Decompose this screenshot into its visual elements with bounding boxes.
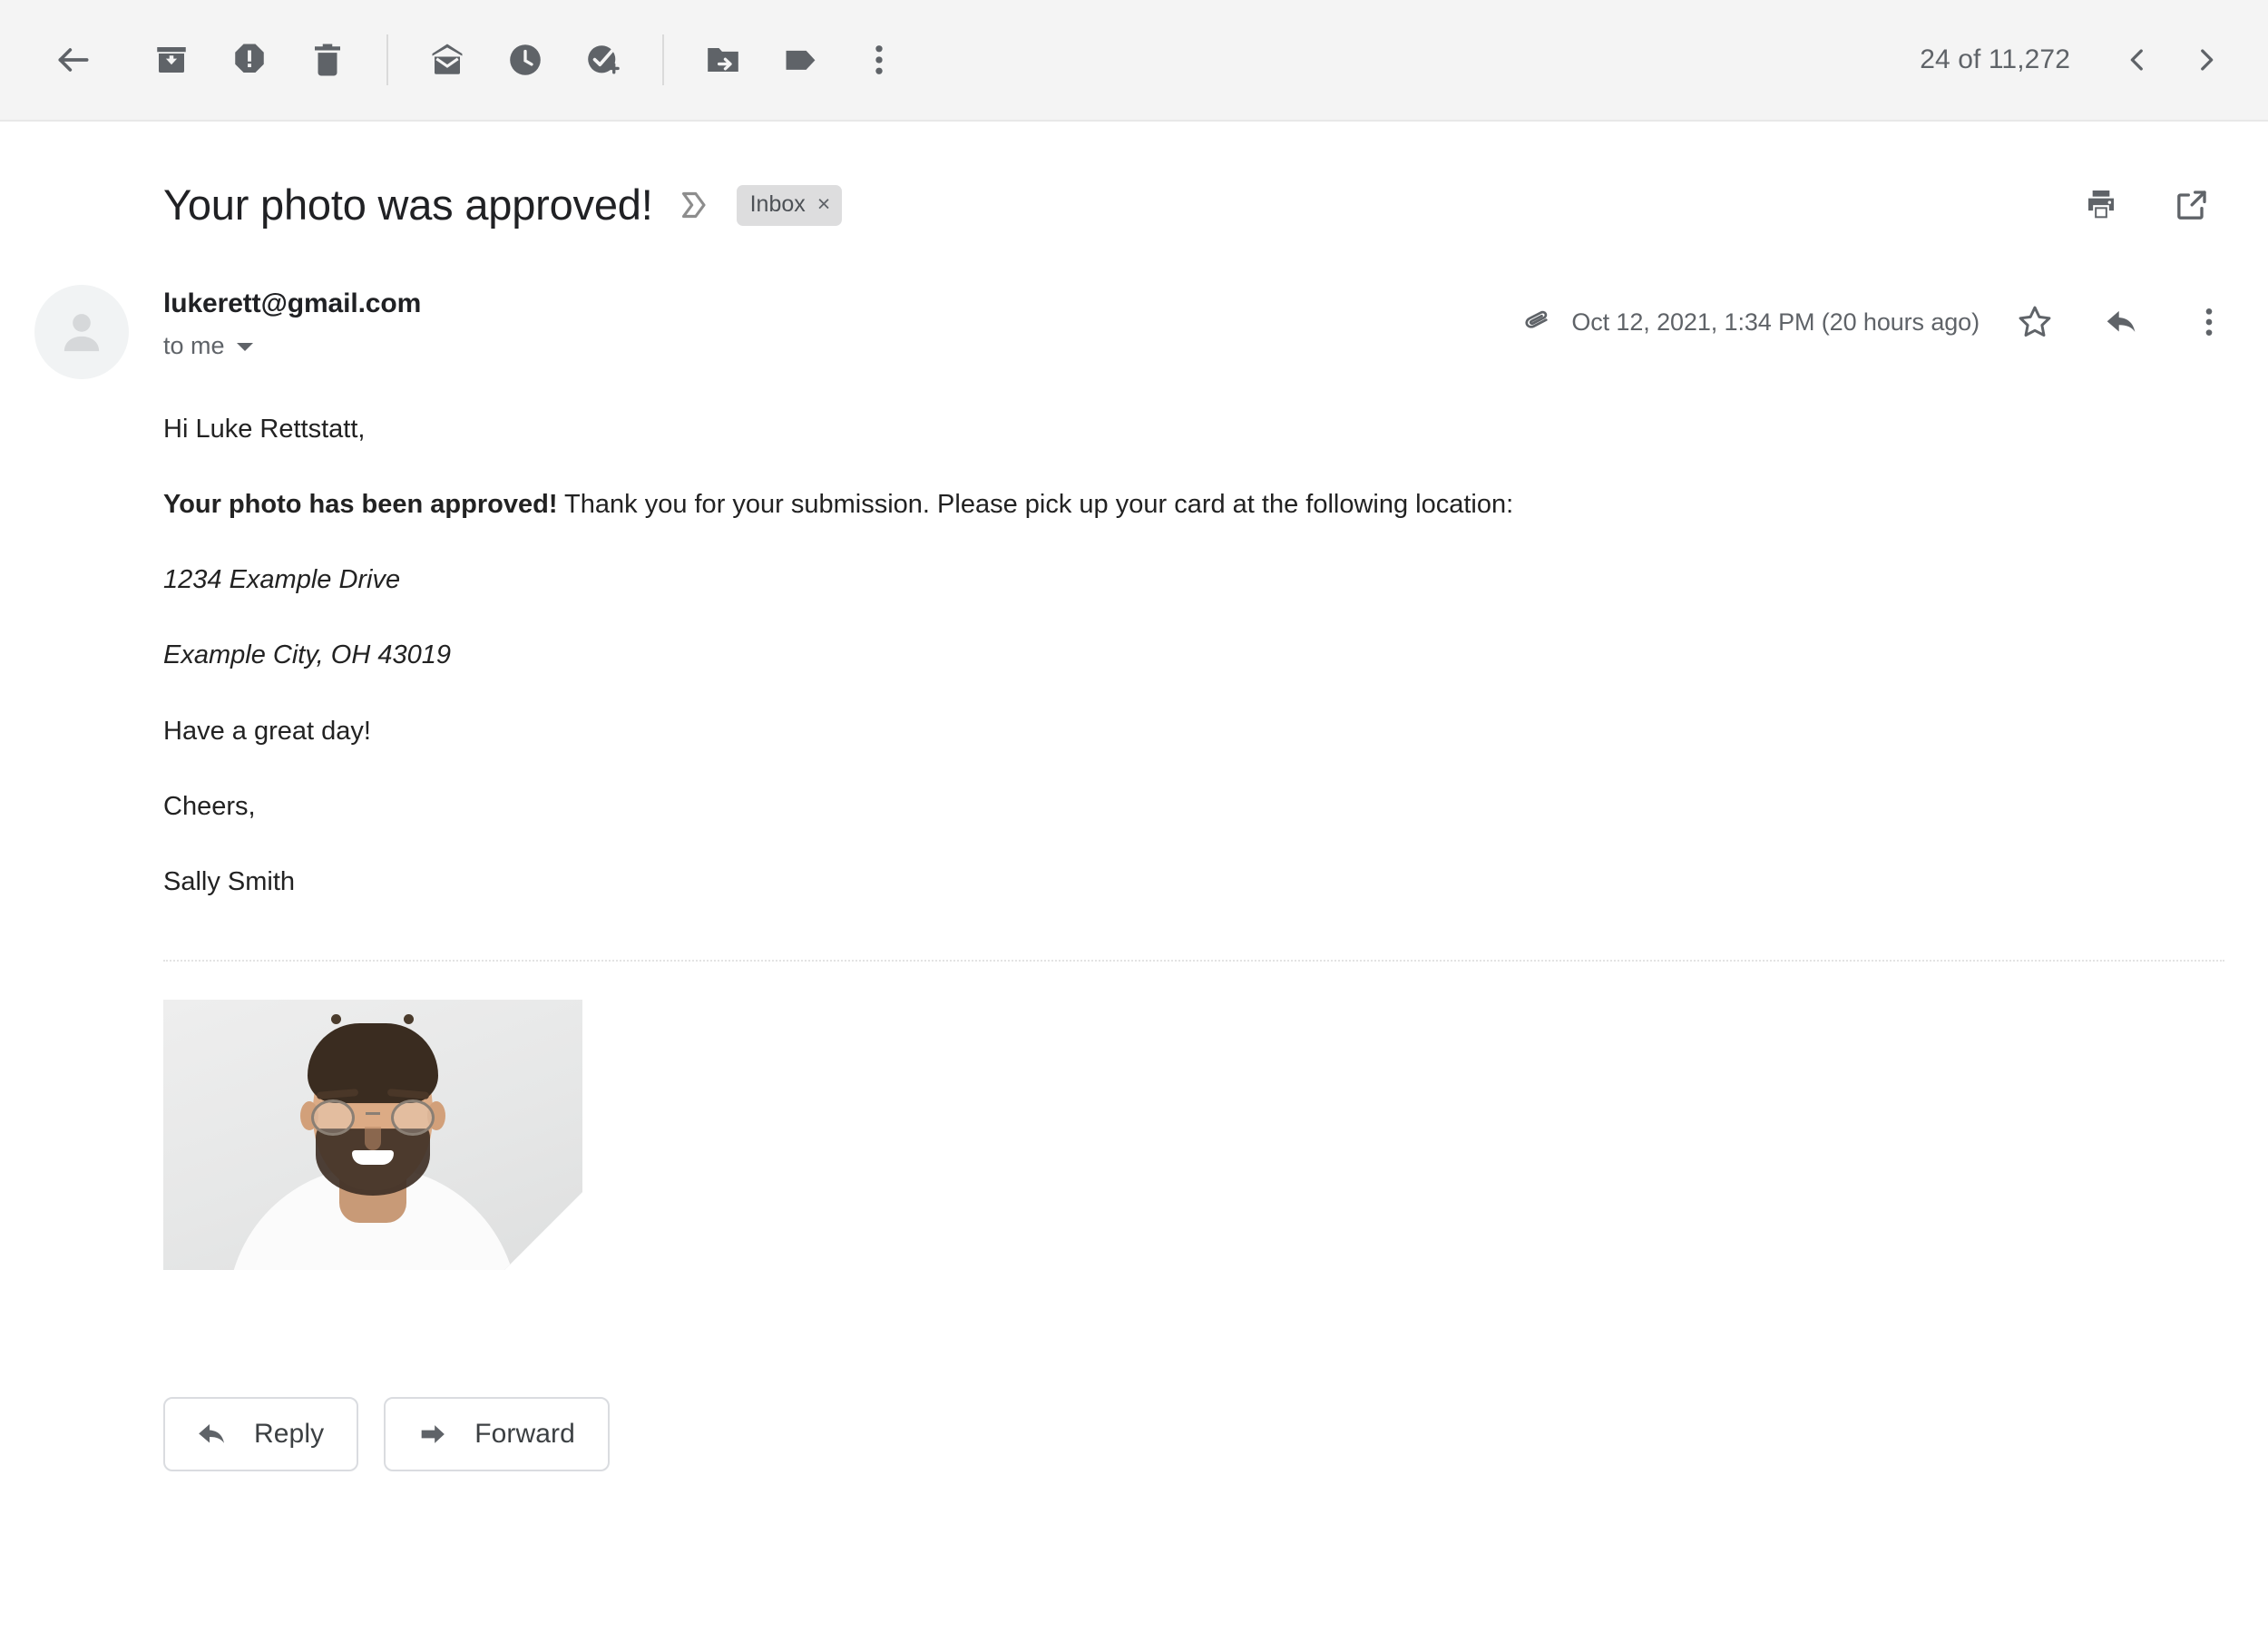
address-line-1: 1234 Example Drive bbox=[163, 565, 401, 595]
toolbar-divider-1 bbox=[386, 34, 388, 85]
more-options-button[interactable] bbox=[840, 21, 918, 99]
greeting-line: Hi Luke Rettstatt, bbox=[163, 415, 366, 444]
signoff-line: Cheers, bbox=[163, 791, 256, 821]
photo-eye-right bbox=[404, 1013, 414, 1024]
open-in-new-icon bbox=[2177, 190, 2206, 220]
mark-unread-button[interactable] bbox=[408, 21, 486, 99]
photo-lens-left bbox=[311, 1099, 355, 1136]
report-spam-button[interactable] bbox=[210, 21, 288, 99]
reply-arrow-icon bbox=[2107, 310, 2136, 332]
status-badge: Inbox × bbox=[736, 184, 843, 226]
sender-email[interactable]: lukerett@gmail.com bbox=[163, 288, 421, 320]
recipient-label: to me bbox=[163, 331, 225, 359]
label-chip-text: Inbox bbox=[749, 190, 806, 217]
newer-button[interactable] bbox=[2103, 25, 2172, 94]
pagination-group: 24 of 11,272 bbox=[1920, 25, 2241, 94]
archive-button[interactable] bbox=[132, 21, 210, 99]
chevron-down-icon bbox=[236, 343, 253, 351]
print-button[interactable] bbox=[2068, 172, 2134, 238]
important-chevron-icon bbox=[681, 191, 706, 219]
message-more-button[interactable] bbox=[2177, 290, 2241, 354]
add-to-tasks-icon bbox=[588, 45, 620, 74]
forward-button[interactable]: Forward bbox=[384, 1396, 610, 1471]
remove-label-icon[interactable]: × bbox=[817, 192, 831, 216]
avatar bbox=[34, 285, 129, 379]
older-button[interactable] bbox=[2172, 25, 2241, 94]
recipient-expander[interactable]: to me bbox=[163, 332, 421, 360]
report-spam-icon bbox=[235, 44, 264, 73]
sender-row: lukerett@gmail.com to me Oct 12, 2021, 1… bbox=[0, 238, 2268, 379]
approval-rest-text: Thank you for your submission. Please pi… bbox=[557, 490, 1514, 520]
star-icon bbox=[2019, 306, 2051, 337]
chevron-right-icon bbox=[2201, 49, 2214, 71]
closing-line: Have a great day! bbox=[163, 716, 371, 746]
page-title: Your photo was approved! bbox=[163, 180, 653, 229]
delete-button[interactable] bbox=[288, 21, 367, 99]
photo-lens-right bbox=[391, 1099, 435, 1136]
forward-button-label: Forward bbox=[474, 1418, 575, 1449]
approval-bold-text: Your photo has been approved! bbox=[163, 490, 558, 520]
move-to-folder-icon bbox=[708, 48, 738, 72]
back-arrow-icon bbox=[58, 48, 89, 72]
back-button[interactable] bbox=[34, 21, 112, 99]
attachment-indicator bbox=[1519, 306, 1551, 338]
address-line-2: Example City, OH 43019 bbox=[163, 640, 451, 670]
photo-eye-left bbox=[331, 1013, 341, 1024]
photo-glasses bbox=[311, 1099, 435, 1136]
subject-row: Your photo was approved! Inbox × bbox=[0, 122, 2268, 238]
message-body: Hi Luke Rettstatt, Your photo has been a… bbox=[0, 379, 2268, 1471]
open-in-new-window-button[interactable] bbox=[2159, 172, 2224, 238]
snooze-button[interactable] bbox=[486, 21, 564, 99]
archive-icon bbox=[157, 47, 186, 73]
message-timestamp: Oct 12, 2021, 1:34 PM (20 hours ago) bbox=[1571, 308, 1980, 336]
delete-icon bbox=[315, 44, 340, 76]
signature-line: Sally Smith bbox=[163, 866, 296, 896]
forward-arrow-icon bbox=[421, 1425, 445, 1443]
sender-meta: lukerett@gmail.com to me bbox=[163, 281, 421, 360]
approval-line: Your photo has been approved! Thank you … bbox=[163, 447, 2234, 523]
add-to-tasks-button[interactable] bbox=[564, 21, 642, 99]
email-toolbar: 24 of 11,272 bbox=[0, 0, 2268, 122]
message-counter: 24 of 11,272 bbox=[1920, 44, 2070, 74]
print-icon bbox=[2088, 190, 2114, 219]
subject-actions-group bbox=[2068, 172, 2234, 238]
reply-button-label: Reply bbox=[254, 1418, 325, 1449]
toolbar-divider-2 bbox=[662, 34, 664, 85]
attachment-icon bbox=[1525, 310, 1548, 328]
mark-unread-icon bbox=[432, 44, 463, 74]
default-avatar-icon bbox=[64, 314, 100, 352]
attachment-block bbox=[163, 962, 2234, 1270]
message-actions: Reply Forward bbox=[163, 1270, 2234, 1471]
attached-photo[interactable] bbox=[163, 999, 582, 1270]
reply-icon-button[interactable] bbox=[2090, 290, 2154, 354]
toolbar-actions-group bbox=[34, 21, 918, 99]
label-tag-icon bbox=[786, 50, 816, 70]
reply-button[interactable]: Reply bbox=[163, 1396, 359, 1471]
snooze-clock-icon bbox=[510, 44, 541, 75]
labels-button[interactable] bbox=[762, 21, 840, 99]
important-marker-icon[interactable] bbox=[677, 187, 713, 223]
photo-mouth bbox=[352, 1149, 394, 1165]
chevron-left-icon bbox=[2130, 49, 2143, 71]
more-vertical-icon bbox=[875, 45, 883, 74]
more-vertical-icon bbox=[2205, 308, 2213, 336]
photo-glasses-bridge bbox=[366, 1111, 380, 1115]
star-button[interactable] bbox=[2003, 290, 2067, 354]
photo-corner-fold bbox=[504, 1191, 582, 1270]
move-to-button[interactable] bbox=[684, 21, 762, 99]
reply-arrow-icon bbox=[199, 1423, 224, 1443]
message-meta-group: Oct 12, 2021, 1:34 PM (20 hours ago) bbox=[1519, 281, 2241, 354]
